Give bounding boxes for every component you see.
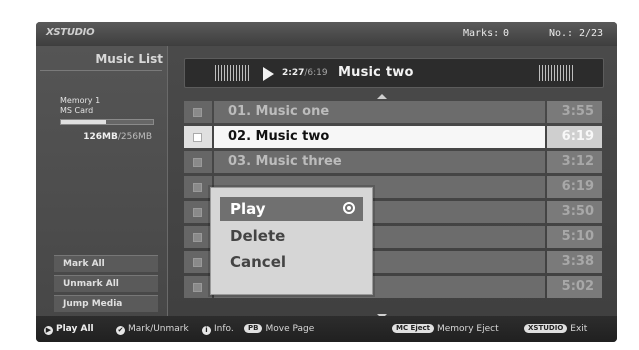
memory-total: /256MB bbox=[117, 132, 152, 142]
menu-item-play[interactable]: Play bbox=[220, 197, 363, 221]
scroll-up-icon[interactable] bbox=[377, 94, 387, 99]
mark-unmark-hint: ✔ Mark/Unmark bbox=[116, 324, 189, 335]
track-checkbox[interactable] bbox=[193, 108, 202, 117]
check-circle-icon: ✔ bbox=[116, 326, 125, 335]
elapsed-time: 2:27 bbox=[282, 68, 305, 78]
track-checkbox[interactable] bbox=[193, 233, 202, 242]
track-name: 01. Music one bbox=[228, 104, 330, 119]
now-playing-bar: 2:27/6:19 Music two bbox=[184, 58, 604, 88]
track-name: 02. Music two bbox=[228, 129, 330, 144]
track-duration-cell: 6:19 bbox=[547, 176, 602, 198]
brand-logo: XSTUDIO bbox=[46, 27, 95, 38]
memory-name: Memory 1 bbox=[60, 96, 101, 105]
info-icon: i bbox=[202, 326, 211, 335]
memory-eject-hint: MC Eject Memory Eject bbox=[392, 324, 499, 334]
track-row[interactable]: 03. Music three 3:12 bbox=[184, 151, 602, 173]
unmark-all-button[interactable]: Unmark All bbox=[54, 275, 158, 292]
marks-label: Marks: bbox=[463, 28, 500, 39]
track-duration: 3:50 bbox=[561, 204, 594, 219]
track-checkbox-cell bbox=[184, 126, 212, 148]
play-icon bbox=[263, 67, 274, 81]
track-duration-cell: 5:10 bbox=[547, 226, 602, 248]
memory-usage-bar bbox=[60, 119, 154, 125]
track-name-cell: 02. Music two bbox=[214, 126, 545, 148]
sidebar-divider bbox=[40, 70, 162, 71]
marks-value: 0 bbox=[503, 28, 510, 39]
track-duration-cell: 5:02 bbox=[547, 276, 602, 298]
move-page-hint: PB Move Page bbox=[244, 324, 314, 334]
track-duration: 3:38 bbox=[561, 254, 594, 269]
memory-size: 126MB/256MB bbox=[60, 132, 152, 142]
track-duration: 6:19 bbox=[561, 129, 594, 144]
track-checkbox[interactable] bbox=[193, 283, 202, 292]
track-checkbox[interactable] bbox=[193, 208, 202, 217]
track-row[interactable]: 01. Music one 3:55 bbox=[184, 101, 602, 123]
context-menu: Play Delete Cancel bbox=[210, 187, 373, 295]
track-duration-cell: 3:55 bbox=[547, 101, 602, 123]
track-checkbox-cell bbox=[184, 251, 212, 273]
track-duration: 5:02 bbox=[561, 279, 594, 294]
track-name-cell: 01. Music one bbox=[214, 101, 545, 123]
mark-all-button[interactable]: Mark All bbox=[54, 255, 158, 272]
track-duration: 3:12 bbox=[561, 154, 594, 169]
track-checkbox-cell bbox=[184, 201, 212, 223]
track-row[interactable]: 02. Music two 6:19 bbox=[184, 126, 602, 148]
level-meter-right bbox=[539, 65, 573, 81]
jump-media-button[interactable]: Jump Media bbox=[54, 295, 158, 312]
now-playing-time: 2:27/6:19 bbox=[282, 68, 328, 78]
play-all-hint: ▶ Play All bbox=[44, 324, 94, 335]
menu-item-cancel[interactable]: Cancel bbox=[220, 250, 363, 274]
menu-item-delete[interactable]: Delete bbox=[220, 224, 363, 248]
xstudio-key-icon: XSTUDIO bbox=[524, 324, 568, 333]
memory-used: 126MB bbox=[83, 132, 118, 142]
track-checkbox[interactable] bbox=[193, 258, 202, 267]
track-checkbox[interactable] bbox=[193, 133, 202, 142]
track-checkbox[interactable] bbox=[193, 183, 202, 192]
track-number-value: 2/23 bbox=[579, 28, 604, 39]
mc-eject-key-icon: MC Eject bbox=[392, 324, 434, 333]
exit-hint: XSTUDIO Exit bbox=[524, 324, 587, 334]
track-duration-cell: 3:50 bbox=[547, 201, 602, 223]
pb-key-icon: PB bbox=[244, 324, 263, 333]
track-checkbox[interactable] bbox=[193, 158, 202, 167]
level-meter-left bbox=[215, 65, 249, 81]
track-duration-cell: 3:38 bbox=[547, 251, 602, 273]
track-name: 03. Music three bbox=[228, 154, 342, 169]
track-checkbox-cell bbox=[184, 101, 212, 123]
top-bar: XSTUDIO Marks: 0 No.: 2/23 bbox=[36, 22, 617, 46]
radio-selected-icon bbox=[343, 202, 355, 214]
track-duration: 5:10 bbox=[561, 229, 594, 244]
track-name-cell: 03. Music three bbox=[214, 151, 545, 173]
music-list-title: Music List bbox=[95, 52, 163, 66]
total-time: /6:19 bbox=[304, 68, 328, 78]
info-hint: i Info. bbox=[202, 324, 234, 335]
play-circle-icon: ▶ bbox=[44, 326, 53, 335]
memory-usage-fill bbox=[61, 120, 107, 124]
track-duration-cell: 6:19 bbox=[547, 126, 602, 148]
track-number-label: No.: bbox=[549, 28, 574, 39]
memory-source: MS Card bbox=[60, 106, 94, 115]
track-checkbox-cell bbox=[184, 151, 212, 173]
track-checkbox-cell bbox=[184, 176, 212, 198]
now-playing-title: Music two bbox=[338, 65, 414, 80]
track-duration: 3:55 bbox=[561, 104, 594, 119]
track-checkbox-cell bbox=[184, 226, 212, 248]
track-duration: 6:19 bbox=[561, 179, 594, 194]
sidebar: Music List Memory 1 MS Card 126MB/256MB … bbox=[36, 46, 168, 316]
track-duration-cell: 3:12 bbox=[547, 151, 602, 173]
help-bar: ▶ Play All ✔ Mark/Unmark i Info. PB Move Pag… bbox=[36, 316, 617, 342]
track-checkbox-cell bbox=[184, 276, 212, 298]
